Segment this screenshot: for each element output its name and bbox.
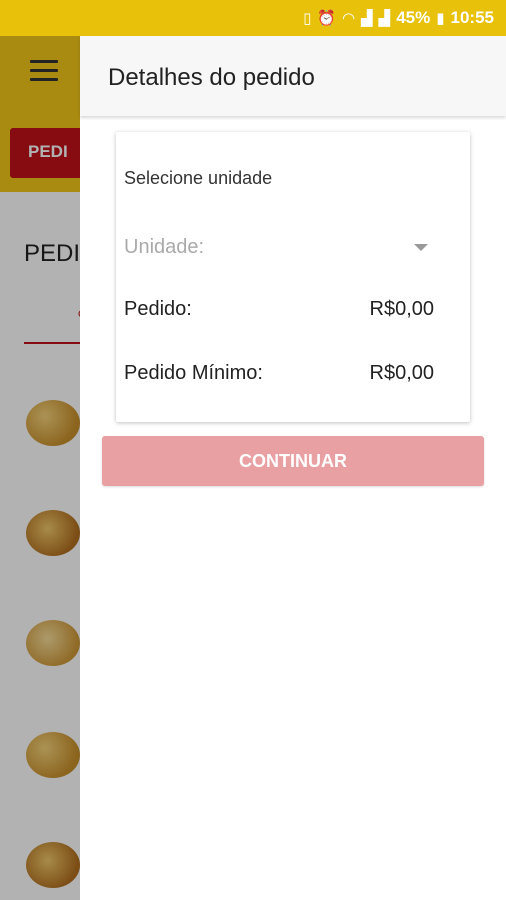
unit-select-placeholder: Unidade: xyxy=(124,235,205,258)
order-total-row: Pedido: R$0,00 xyxy=(124,298,434,321)
minimum-order-row: Pedido Mínimo: R$0,00 xyxy=(124,362,434,385)
order-total-value: R$0,00 xyxy=(369,298,435,320)
battery-charging-icon: ▮ xyxy=(436,9,445,27)
drawer-header: Detalhes do pedido xyxy=(80,36,506,116)
wifi-icon: ◠ xyxy=(342,9,356,27)
alarm-icon: ⏰ xyxy=(317,9,337,27)
signal-1-icon: ▟ xyxy=(361,9,373,27)
drawer-title: Detalhes do pedido xyxy=(108,64,315,91)
select-unit-label: Selecione unidade xyxy=(124,168,273,188)
chevron-down-icon xyxy=(414,243,428,251)
battery-percent: 45% xyxy=(396,8,431,27)
continue-button[interactable]: CONTINUAR xyxy=(102,436,484,486)
status-bar: ▯ ⏰ ◠ ▟ ▟ 45% ▮ 10:55 xyxy=(0,0,506,36)
unit-select[interactable]: Unidade: xyxy=(124,230,434,264)
minimum-order-label: Pedido Mínimo: xyxy=(124,362,263,384)
signal-2-icon: ▟ xyxy=(378,9,391,27)
minimum-order-value: R$0,00 xyxy=(369,362,435,384)
vibrate-icon: ▯ xyxy=(303,9,312,27)
order-details-drawer: Detalhes do pedido Selecione unidade Uni… xyxy=(80,36,506,900)
order-total-label: Pedido: xyxy=(124,298,192,320)
clock: 10:55 xyxy=(450,8,494,27)
